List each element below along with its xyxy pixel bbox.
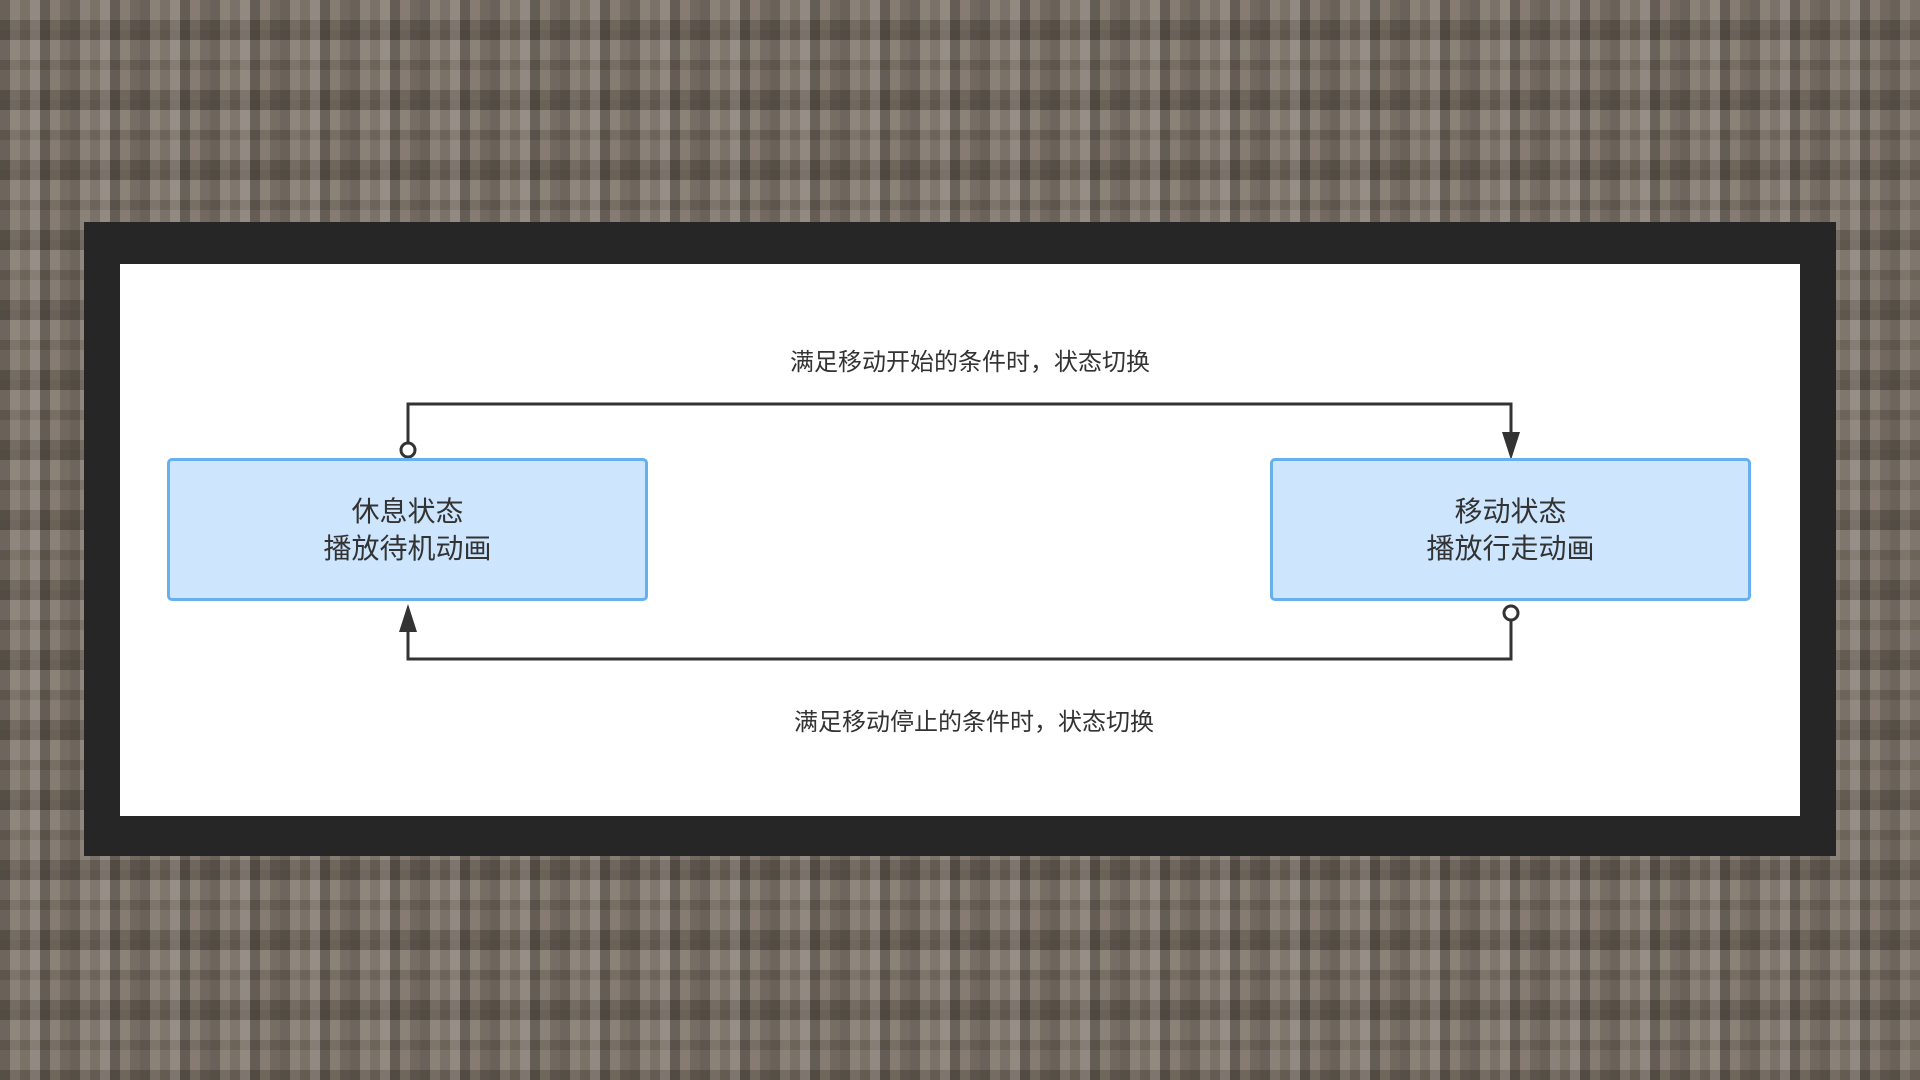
image-frame: 满足移动开始的条件时，状态切换 满足移动停止的条件时，状态切换 休息状态 播放待… xyxy=(84,222,1836,856)
stop-edge-line xyxy=(406,613,1513,661)
start-edge-arrowhead xyxy=(1502,432,1520,460)
transition-start-edge xyxy=(399,402,1520,460)
transition-stop-edge xyxy=(399,604,1520,661)
diagram-canvas: 满足移动开始的条件时，状态切换 满足移动停止的条件时，状态切换 休息状态 播放待… xyxy=(120,264,1800,816)
state-idle-box: 休息状态 播放待机动画 xyxy=(167,458,648,601)
state-idle-subtitle: 播放待机动画 xyxy=(323,531,492,565)
transition-start-label: 满足移动开始的条件时，状态切换 xyxy=(790,348,1150,376)
start-edge-origin-circle xyxy=(399,441,417,459)
state-idle-title: 休息状态 xyxy=(351,494,464,528)
stop-edge-origin-circle xyxy=(1502,604,1520,622)
stop-edge-arrowhead xyxy=(399,604,417,632)
state-move-title: 移动状态 xyxy=(1454,494,1567,528)
transition-stop-label: 满足移动停止的条件时，状态切换 xyxy=(794,708,1154,736)
state-move-box: 移动状态 播放行走动画 xyxy=(1270,458,1751,601)
start-edge-line xyxy=(406,402,1513,450)
state-move-subtitle: 播放行走动画 xyxy=(1426,531,1595,565)
